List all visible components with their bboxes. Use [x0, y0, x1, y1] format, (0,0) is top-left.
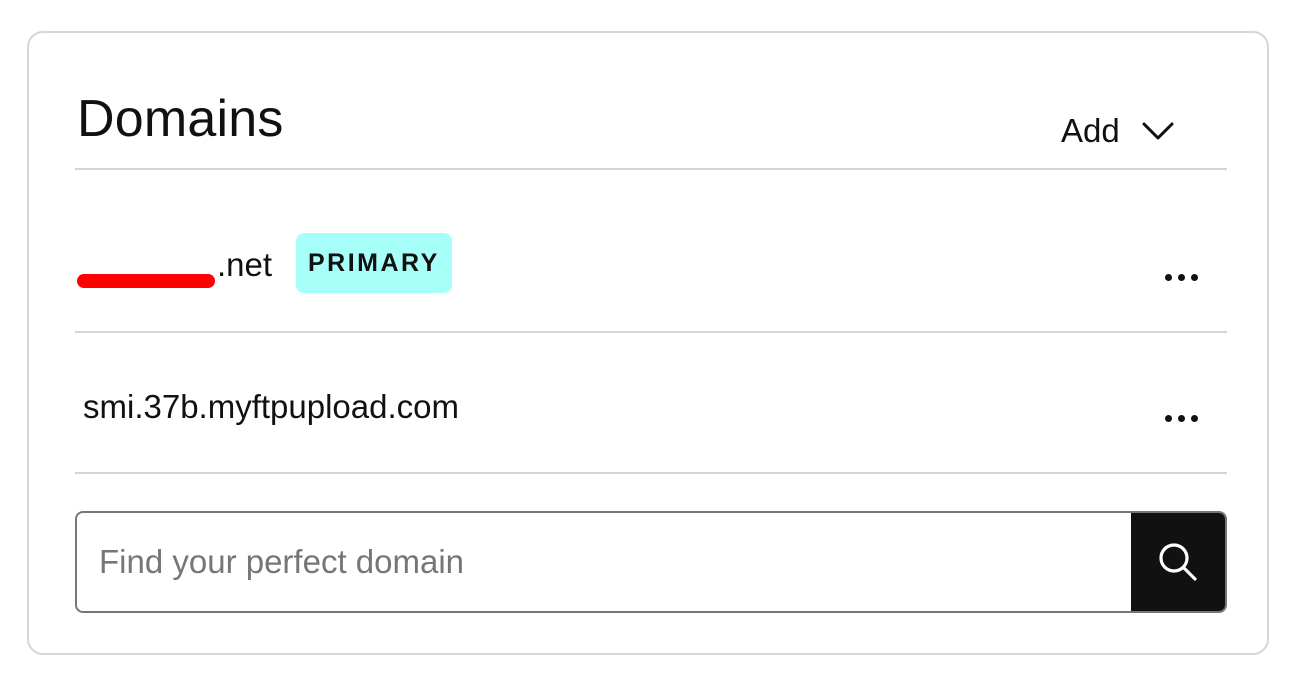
more-horizontal-icon — [1164, 273, 1172, 281]
row-menu-button[interactable] — [1149, 257, 1213, 297]
domain-name[interactable]: .net — [217, 245, 272, 285]
primary-badge: PRIMARY — [296, 233, 452, 293]
row-divider — [75, 472, 1227, 474]
add-button-label: Add — [1061, 112, 1120, 149]
domains-card: Domains Add .net PRIMARY smi.37b.myftpup… — [27, 31, 1269, 655]
chevron-down-icon — [1142, 109, 1174, 153]
more-horizontal-icon — [1164, 414, 1172, 422]
row-divider — [75, 331, 1227, 333]
domain-name[interactable]: smi.37b.myftpupload.com — [83, 387, 459, 427]
search-icon — [1159, 543, 1197, 581]
domain-search-input[interactable] — [77, 513, 1131, 611]
row-menu-button[interactable] — [1149, 398, 1213, 438]
card-title: Domains — [77, 90, 284, 148]
redaction-mark — [77, 274, 215, 288]
search-button[interactable] — [1131, 513, 1225, 611]
domain-search — [75, 511, 1227, 613]
header-divider — [75, 168, 1227, 170]
add-button[interactable]: Add — [1061, 109, 1174, 153]
